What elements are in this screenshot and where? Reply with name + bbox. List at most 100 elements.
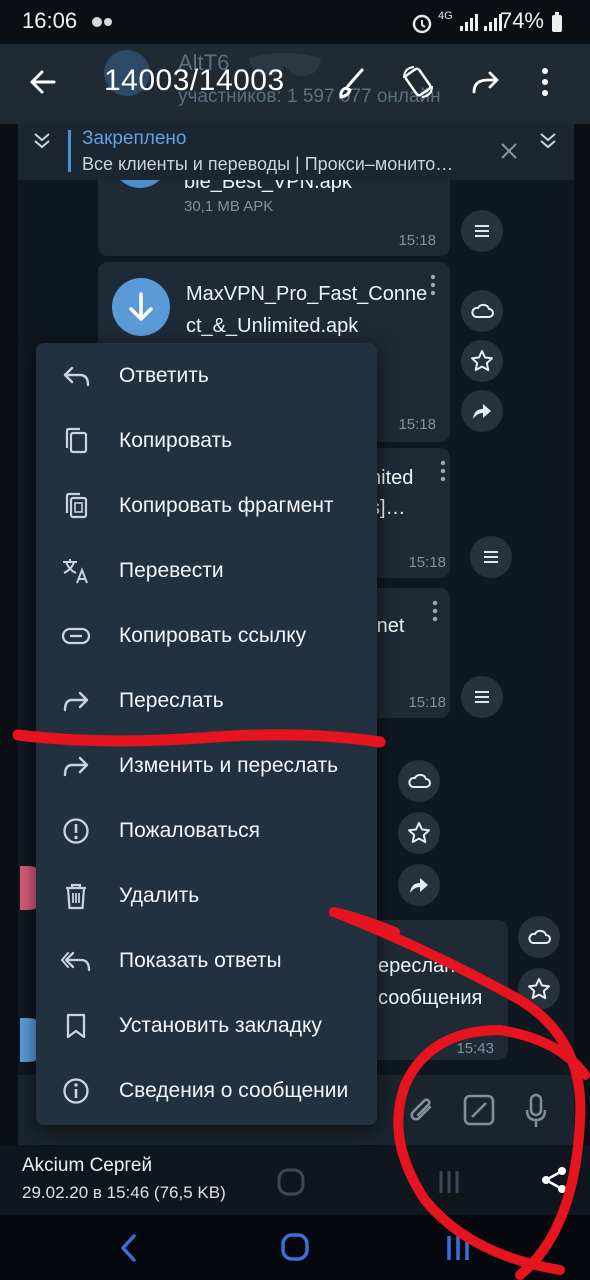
cloud-icon	[471, 303, 494, 318]
file-name-line1: MaxVPN_Pro_Fast_Conne	[186, 283, 428, 305]
back-button[interactable]	[26, 66, 58, 98]
pinned-message-bar[interactable]: Закреплено Все клиенты и переводы | Прок…	[18, 124, 574, 180]
favorite-button[interactable]	[398, 812, 440, 854]
network-label: 4G	[438, 10, 453, 22]
menu-item-translate[interactable]: Перевести	[36, 538, 377, 603]
translate-icon	[60, 555, 92, 587]
message-text-line1: ереслан	[378, 955, 456, 977]
file-message-1[interactable]: ble_Best_VPN.apk 30,1 MB APK 15:18	[98, 180, 450, 256]
share-button[interactable]	[461, 390, 503, 432]
edit-forward-icon	[60, 750, 92, 782]
menu-item-forward[interactable]: Переслать	[36, 668, 377, 733]
message-more-icon[interactable]	[440, 460, 446, 482]
report-icon	[60, 815, 92, 847]
menu-item-report[interactable]: Пожаловаться	[36, 798, 377, 863]
menu-item-label: Переслать	[119, 688, 224, 712]
draw-button[interactable]	[336, 66, 368, 100]
microphone-icon	[525, 1093, 547, 1127]
system-nav-bar	[0, 1215, 590, 1280]
sticker-icon	[463, 1094, 495, 1126]
nav-home-button[interactable]	[280, 1231, 310, 1263]
message-more-icon[interactable]	[432, 600, 438, 622]
nav-back-button[interactable]	[118, 1233, 140, 1263]
save-to-cloud-button[interactable]	[398, 760, 440, 802]
voice-message-button[interactable]	[524, 1093, 548, 1129]
sticker-button[interactable]	[462, 1093, 496, 1127]
save-to-cloud-button[interactable]	[461, 290, 503, 332]
nav-recents-button[interactable]	[444, 1233, 472, 1263]
ghost-recents-icon	[436, 1169, 462, 1195]
message-counter: 14003/14003	[104, 64, 285, 97]
menu-item-copy-fragment[interactable]: Копировать фрагмент	[36, 473, 377, 538]
save-to-cloud-button[interactable]	[518, 916, 560, 958]
message-context-menu: Ответить Копировать Копировать фрагмент …	[36, 343, 377, 1125]
menu-item-label: Копировать фрагмент	[119, 493, 334, 517]
message-text-line2: сообщения	[378, 987, 483, 1009]
menu-item-delete[interactable]: Удалить	[36, 863, 377, 928]
recents-icon	[447, 1236, 469, 1260]
brush-icon	[339, 68, 364, 99]
pinned-text: Все клиенты и переводы | Прокси–монито…	[82, 154, 454, 174]
menu-item-reply[interactable]: Ответить	[36, 343, 377, 408]
menu-lines-icon	[484, 551, 498, 563]
rotate-button[interactable]	[400, 64, 436, 100]
message-options-button[interactable]	[470, 536, 512, 578]
menu-item-label: Копировать	[119, 428, 233, 452]
chevron-collapse-icon[interactable]	[32, 130, 52, 150]
status-time: 16:06	[22, 8, 78, 33]
menu-item-label: Перевести	[119, 558, 224, 582]
message-date: 29.02.20 в 15:46 (76,5 KB)	[22, 1183, 226, 1202]
share-arrow-icon	[473, 404, 491, 419]
star-icon	[408, 822, 430, 844]
menu-lines-icon	[475, 691, 489, 703]
signal-icon	[458, 12, 480, 32]
menu-item-copy[interactable]: Копировать	[36, 408, 377, 473]
copy-fragment-icon	[60, 490, 92, 522]
file-icon	[112, 180, 168, 188]
menu-item-label: Удалить	[119, 883, 200, 907]
message-options-button[interactable]	[461, 676, 503, 718]
menu-item-label: Изменить и переслать	[119, 753, 339, 777]
menu-item-show-replies[interactable]: Показать ответы	[36, 928, 377, 993]
ghost-home-icon	[276, 1167, 306, 1197]
reply-icon	[60, 360, 92, 392]
sender-name: Akcium Сергей	[22, 1155, 153, 1176]
favorite-button[interactable]	[461, 340, 503, 382]
menu-item-edit-forward[interactable]: Изменить и переслать	[36, 733, 377, 798]
file-size: 30,1 MB APK	[184, 198, 274, 215]
menu-item-bookmark[interactable]: Установить закладку	[36, 993, 377, 1058]
message-time: 15:18	[408, 554, 446, 571]
menu-item-message-info[interactable]: Сведения о сообщении	[36, 1058, 377, 1123]
file-more-icon[interactable]	[430, 274, 436, 296]
message-options-button[interactable]	[461, 210, 503, 252]
chevron-left-icon	[121, 1234, 136, 1262]
copy-icon	[60, 425, 92, 457]
share-forward-button[interactable]	[470, 68, 502, 98]
message-time: 15:18	[398, 232, 436, 249]
info-icon	[60, 1075, 92, 1107]
more-menu-button[interactable]	[538, 66, 552, 100]
message-time: 15:18	[398, 416, 436, 433]
close-icon	[501, 143, 517, 159]
favorite-button[interactable]	[518, 968, 560, 1010]
menu-item-label: Установить закладку	[119, 1013, 322, 1037]
link-icon	[60, 620, 92, 652]
download-icon[interactable]	[112, 278, 170, 336]
chevron-down-icon[interactable]	[538, 130, 558, 150]
share-button[interactable]	[540, 1165, 568, 1195]
menu-lines-icon	[475, 225, 489, 237]
forward-arrow-icon	[472, 71, 499, 94]
menu-item-label: Сведения о сообщении	[119, 1078, 349, 1102]
cloud-icon	[528, 929, 551, 944]
menu-item-label: Копировать ссылку	[119, 623, 307, 647]
close-pinned-button[interactable]	[500, 142, 518, 160]
media-info-bar: Akcium Сергей 29.02.20 в 15:46 (76,5 KB)	[0, 1145, 590, 1215]
share-button[interactable]	[398, 864, 440, 906]
message-time: 15:18	[408, 694, 446, 711]
more-vertical-icon	[542, 68, 548, 96]
battery-icon	[550, 12, 564, 34]
menu-item-copy-link[interactable]: Копировать ссылку	[36, 603, 377, 668]
attach-button[interactable]	[406, 1095, 438, 1127]
star-icon	[471, 350, 493, 372]
paperclip-icon	[410, 1098, 432, 1121]
